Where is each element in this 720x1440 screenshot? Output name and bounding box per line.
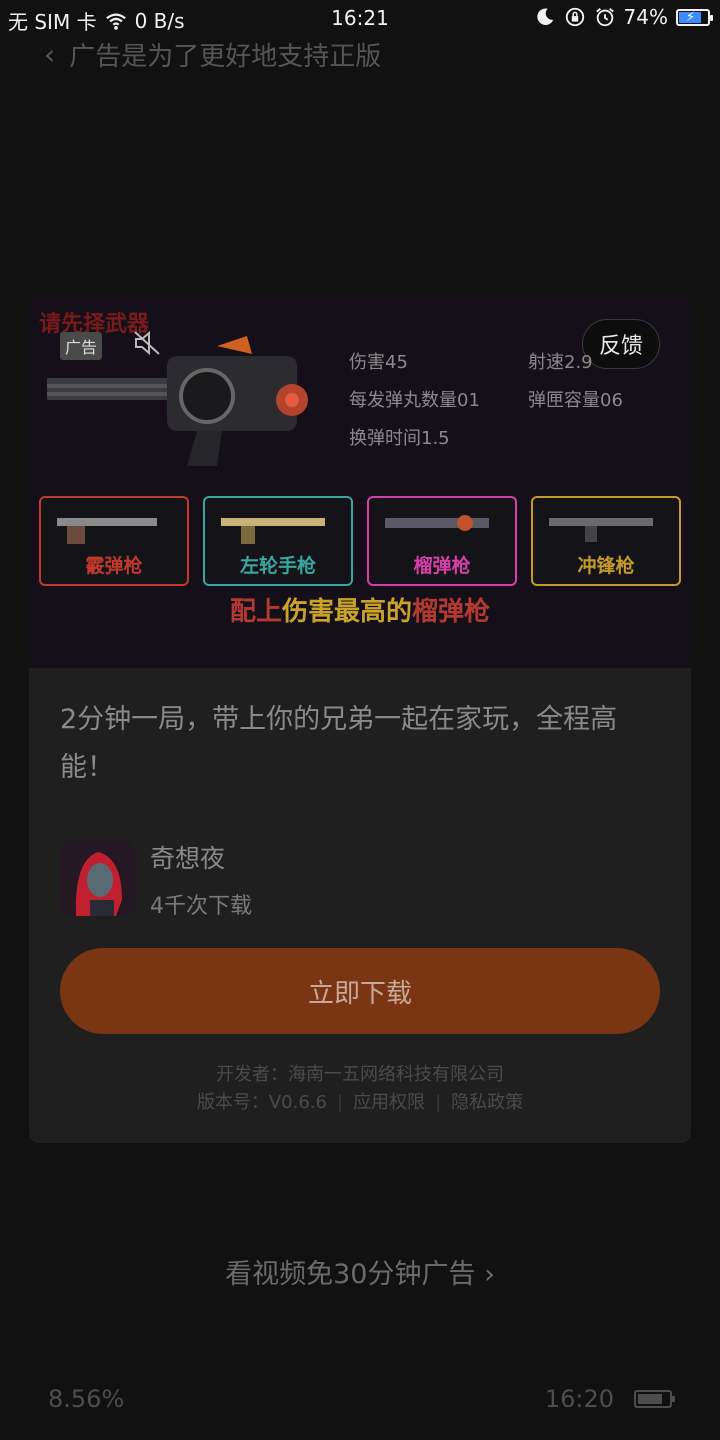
nav-title: 广告是为了更好地支持正版 xyxy=(69,41,382,72)
stat-magazine: 弹匣容量06 xyxy=(528,390,623,411)
reading-progress: 8.56% xyxy=(48,1385,125,1413)
watch-video-label: 看视频免30分钟广告 xyxy=(225,1259,476,1290)
mute-icon[interactable] xyxy=(133,330,161,356)
privacy-link[interactable]: 隐私政策 xyxy=(451,1092,523,1113)
ad-banner-image[interactable]: 请先择武器 广告 反馈 伤害45 射速2.9 每发弹丸数量01 弹匣容量06 换… xyxy=(29,296,691,668)
battery-percent: 74% xyxy=(623,5,668,29)
status-bar: 无 SIM 卡 0 B/s 16:21 74% ⚡ xyxy=(0,0,720,36)
stat-damage: 伤害45 xyxy=(349,352,408,373)
version-label: 版本号：V0.6.6 xyxy=(196,1092,327,1113)
bottom-status: 16:20 xyxy=(544,1385,675,1413)
weapon-label: 左轮手枪 xyxy=(239,555,316,577)
app-name: 奇想夜 xyxy=(150,844,226,873)
app-downloads: 4千次下载 xyxy=(150,894,252,919)
stat-fire-rate: 射速2.9 xyxy=(528,352,593,373)
smg-icon xyxy=(549,518,653,542)
weapon-cards: 霰弹枪 左轮手枪 榴弹枪 冲锋枪 xyxy=(39,496,681,586)
feedback-button[interactable]: 反馈 xyxy=(582,319,660,369)
top-nav: ‹ 广告是为了更好地支持正版 xyxy=(44,36,381,72)
ad-badge: 广告 xyxy=(60,332,103,360)
slogan-highlight: 伤害最高的 xyxy=(281,597,412,627)
weapon-label: 霰弹枪 xyxy=(85,555,143,577)
slogan-part: 配上 xyxy=(229,597,282,627)
weapon-label: 榴弹枪 xyxy=(413,555,471,577)
chevron-right-icon: › xyxy=(484,1259,495,1290)
permissions-link[interactable]: 应用权限 xyxy=(353,1092,425,1113)
ad-card[interactable]: 请先择武器 广告 反馈 伤害45 射速2.9 每发弹丸数量01 弹匣容量06 换… xyxy=(29,296,691,1143)
banner-slogan: 配上伤害最高的榴弹枪 xyxy=(29,591,691,628)
developer-info: 开发者：海南一五网络科技有限公司 xyxy=(216,1064,504,1085)
stat-pellets: 每发弹丸数量01 xyxy=(349,390,480,411)
rotation-lock-icon xyxy=(565,7,584,27)
weapon-card-revolver: 左轮手枪 xyxy=(203,496,353,586)
back-chevron-icon[interactable]: ‹ xyxy=(44,38,55,71)
character-icon xyxy=(60,840,136,916)
weapon-card-grenade-launcher: 榴弹枪 xyxy=(367,496,517,586)
battery-icon: ⚡ xyxy=(676,8,713,26)
battery-icon xyxy=(634,1390,675,1408)
weapon-label: 冲锋枪 xyxy=(577,555,635,577)
moon-icon xyxy=(536,8,553,25)
version-line: 版本号：V0.6.6 | 应用权限 | 隐私政策 xyxy=(196,1092,524,1113)
ad-description: 2分钟一局，带上你的兄弟一起在家玩，全程高能！ xyxy=(60,704,618,783)
bottom-time: 16:20 xyxy=(544,1385,614,1413)
status-right: 74% ⚡ xyxy=(534,5,713,29)
watch-video-link[interactable]: 看视频免30分钟广告 › xyxy=(0,1252,720,1291)
download-button[interactable]: 立即下载 xyxy=(60,948,660,1034)
alarm-icon xyxy=(595,8,614,27)
weapon-card-smg: 冲锋枪 xyxy=(531,496,681,586)
weapon-card-shotgun: 霰弹枪 xyxy=(39,496,189,586)
app-icon[interactable] xyxy=(60,840,136,916)
slogan-part: 榴弹枪 xyxy=(412,597,491,627)
stat-reload: 换弹时间1.5 xyxy=(349,428,450,449)
shotgun-icon xyxy=(57,518,157,544)
grenade-launcher-icon xyxy=(385,515,489,531)
revolver-icon xyxy=(221,518,325,544)
